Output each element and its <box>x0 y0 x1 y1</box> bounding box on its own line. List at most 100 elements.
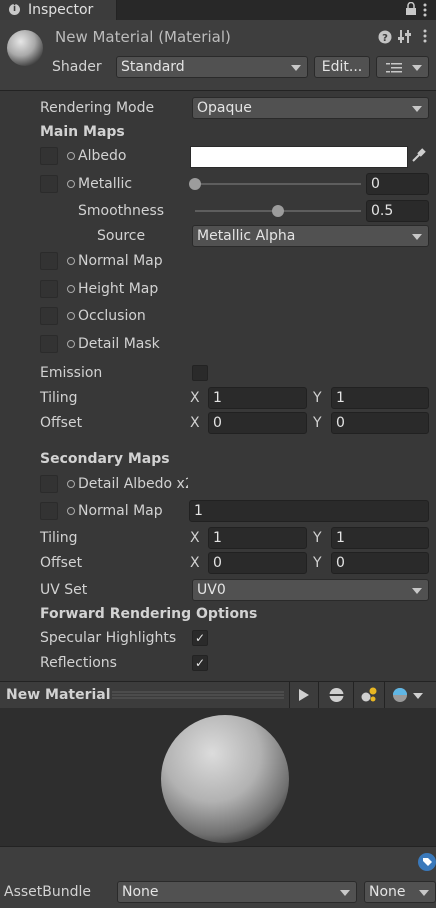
occlusion-texture-slot[interactable] <box>40 307 58 325</box>
secondary-maps-title: Secondary Maps <box>40 451 170 467</box>
smoothness-slider-handle[interactable] <box>272 205 284 217</box>
list-icon <box>386 63 402 73</box>
height-map-texture-slot[interactable] <box>40 280 58 298</box>
tiling-x-value: 1 <box>213 390 222 406</box>
preview-toolbar: New Material <box>0 681 436 709</box>
drag-handle[interactable] <box>112 690 284 700</box>
sec-tiling-x-label: X <box>190 530 200 546</box>
tab-inspector[interactable]: i Inspector <box>0 0 117 20</box>
metallic-label: Metallic <box>78 176 133 192</box>
uv-set-dropdown[interactable]: UV0 <box>192 579 429 601</box>
object-picker-icon[interactable] <box>67 480 75 488</box>
metallic-input[interactable]: 0 <box>366 173 429 195</box>
tab-title: Inspector <box>28 2 94 18</box>
normal-map-label: Normal Map <box>78 253 163 269</box>
specular-highlights-checkbox[interactable]: ✓ <box>192 630 208 646</box>
sphere-shape-icon[interactable] <box>328 687 345 703</box>
shader-value: Standard <box>121 59 185 75</box>
asset-bundle-value: None <box>122 884 159 900</box>
chevron-down-icon <box>412 65 422 71</box>
offset-label: Offset <box>40 415 83 431</box>
asset-variant-value: None <box>369 884 406 900</box>
emission-checkbox[interactable] <box>192 365 208 381</box>
detail-albedo-texture-slot[interactable] <box>40 475 58 493</box>
material-preview[interactable] <box>0 708 436 846</box>
source-dropdown[interactable]: Metallic Alpha <box>192 225 429 247</box>
rendering-mode-value: Opaque <box>197 100 252 116</box>
more-menu-icon[interactable] <box>423 3 427 17</box>
uv-set-label: UV Set <box>40 582 88 598</box>
object-picker-icon[interactable] <box>67 312 75 320</box>
sec-tiling-x-value: 1 <box>213 530 222 546</box>
object-picker-icon[interactable] <box>67 285 75 293</box>
help-icon[interactable]: ? <box>378 30 392 44</box>
offset-x-input[interactable]: 0 <box>208 412 307 434</box>
object-picker-icon[interactable] <box>67 152 75 160</box>
albedo-texture-slot[interactable] <box>40 147 58 165</box>
asset-label-tag-icon[interactable] <box>418 853 436 871</box>
metallic-slider-track[interactable] <box>195 183 361 185</box>
asset-bundle-dropdown[interactable]: None <box>117 881 357 903</box>
info-icon: i <box>9 4 20 15</box>
asset-variant-dropdown[interactable]: None <box>364 881 436 903</box>
height-map-label: Height Map <box>78 281 159 297</box>
preview-title: New Material <box>6 687 111 703</box>
lights-icon[interactable] <box>360 686 378 704</box>
sec-tiling-y-input[interactable]: 1 <box>331 527 429 549</box>
component-menu-icon[interactable] <box>423 29 427 43</box>
rendering-mode-dropdown[interactable]: Opaque <box>192 97 429 119</box>
asset-bundle-bar: AssetBundle None None <box>0 846 436 908</box>
object-picker-icon[interactable] <box>67 340 75 348</box>
detail-mask-texture-slot[interactable] <box>40 335 58 353</box>
sec-offset-x-input[interactable]: 0 <box>208 552 307 574</box>
sec-offset-x-label: X <box>190 555 200 571</box>
lock-icon[interactable] <box>405 2 417 16</box>
chevron-down-icon <box>412 588 422 594</box>
svg-text:?: ? <box>382 33 388 44</box>
metallic-value: 0 <box>371 176 380 192</box>
secondary-normal-value: 1 <box>194 503 203 519</box>
secondary-normal-scale-input[interactable]: 1 <box>189 500 429 522</box>
sec-tiling-y-label: Y <box>313 530 322 546</box>
play-icon[interactable] <box>297 688 311 702</box>
object-picker-icon[interactable] <box>67 257 75 265</box>
sec-tiling-label: Tiling <box>40 530 78 546</box>
divider <box>384 682 385 708</box>
checkmark-icon: ✓ <box>194 631 206 645</box>
metallic-texture-slot[interactable] <box>40 175 58 193</box>
normal-map-texture-slot[interactable] <box>40 252 58 270</box>
eyedropper-icon[interactable] <box>410 147 426 164</box>
sec-offset-y-input[interactable]: 0 <box>331 552 429 574</box>
secondary-normal-label: Normal Map <box>78 503 163 519</box>
albedo-label: Albedo <box>78 148 127 164</box>
edit-label: Edit... <box>321 59 363 75</box>
divider <box>289 682 290 708</box>
detail-albedo-label: Detail Albedo x2 <box>78 476 188 492</box>
reflections-label: Reflections <box>40 655 117 671</box>
skybox-sphere-icon[interactable] <box>391 687 409 703</box>
chevron-down-icon[interactable] <box>413 693 423 699</box>
object-picker-icon[interactable] <box>67 180 75 188</box>
tiling-x-input[interactable]: 1 <box>208 387 307 409</box>
edit-shader-button[interactable]: Edit... <box>314 56 370 78</box>
offset-y-input[interactable]: 0 <box>331 412 429 434</box>
shader-options-dropdown[interactable] <box>376 56 429 78</box>
emission-label: Emission <box>40 365 103 381</box>
chevron-down-icon <box>419 890 429 896</box>
preset-icon[interactable] <box>398 29 412 44</box>
sec-tiling-y-value: 1 <box>336 530 345 546</box>
shader-label: Shader <box>52 59 102 75</box>
shader-dropdown[interactable]: Standard <box>116 56 308 78</box>
uv-set-value: UV0 <box>197 582 226 598</box>
albedo-color-field[interactable] <box>190 146 408 168</box>
smoothness-input[interactable]: 0.5 <box>366 200 429 222</box>
source-value: Metallic Alpha <box>197 228 296 244</box>
sec-tiling-x-input[interactable]: 1 <box>208 527 307 549</box>
sec-offset-label: Offset <box>40 555 83 571</box>
secondary-normal-texture-slot[interactable] <box>40 502 58 520</box>
metallic-slider-handle[interactable] <box>189 178 201 190</box>
offset-x-value: 0 <box>213 415 222 431</box>
object-picker-icon[interactable] <box>67 507 75 515</box>
reflections-checkbox[interactable]: ✓ <box>192 655 208 671</box>
tiling-y-input[interactable]: 1 <box>331 387 429 409</box>
